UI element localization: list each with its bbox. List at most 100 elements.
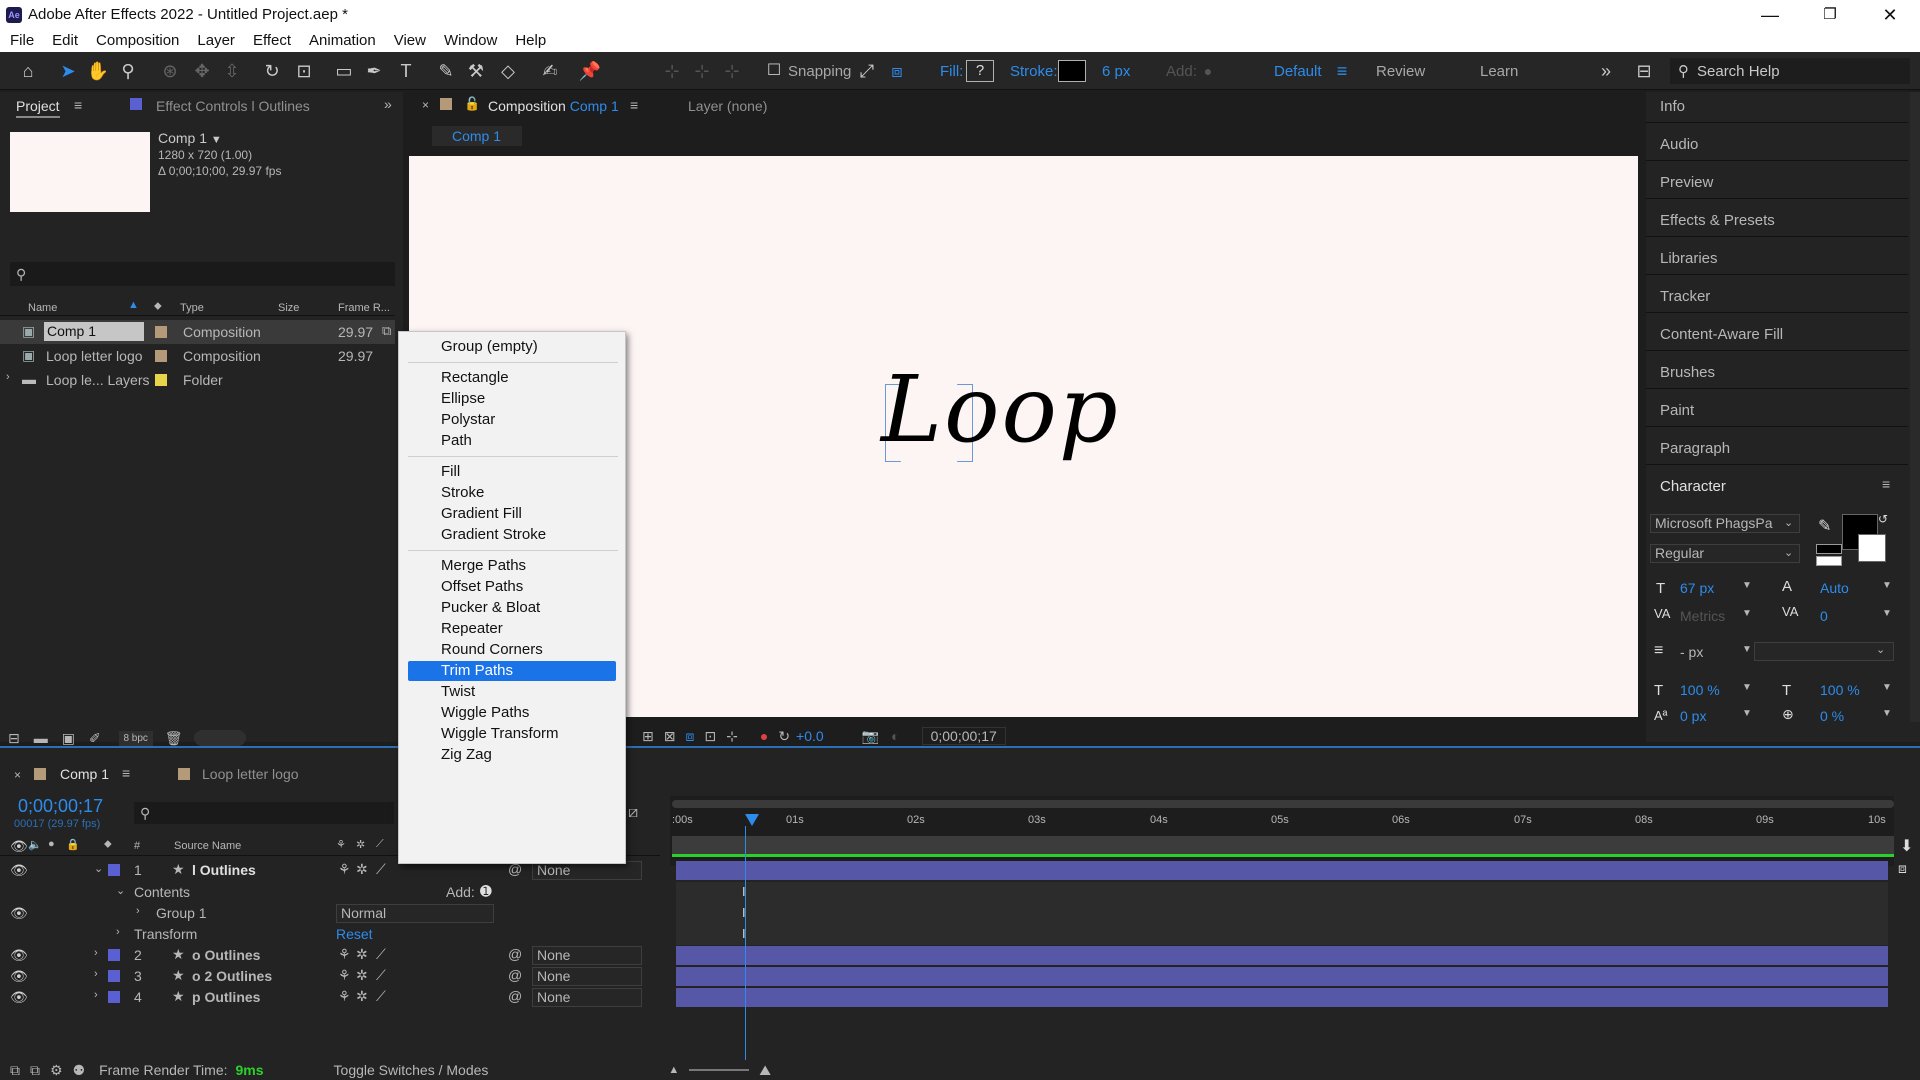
chevron-down-icon[interactable]: ⌄ bbox=[94, 862, 103, 875]
column-name[interactable]: Name bbox=[28, 302, 57, 314]
chevron-down-icon[interactable]: ▼ bbox=[1882, 580, 1892, 591]
menu-item-zig-zag[interactable]: Zig Zag bbox=[408, 745, 616, 765]
chevron-down-icon[interactable]: ▼ bbox=[1742, 682, 1752, 693]
pick-whip-icon[interactable]: @ bbox=[508, 988, 522, 1004]
tab-project[interactable]: Project bbox=[16, 98, 60, 118]
quality-icon[interactable]: ⟋ bbox=[376, 838, 384, 851]
snap-edges-icon[interactable]: ⤢ bbox=[855, 59, 879, 83]
group-row[interactable]: 👁 › Group 1 Normal bbox=[0, 903, 660, 924]
chevron-right-icon[interactable]: › bbox=[136, 905, 140, 917]
panel-effects-presets[interactable]: Effects & Presets bbox=[1660, 212, 1775, 229]
zoom-tool-icon[interactable]: ⚲ bbox=[116, 59, 140, 83]
menu-item-gradient-fill[interactable]: Gradient Fill bbox=[408, 504, 616, 524]
chevron-right-icon[interactable]: › bbox=[94, 947, 98, 959]
column-size[interactable]: Size bbox=[278, 302, 299, 314]
panel-brushes[interactable]: Brushes bbox=[1660, 364, 1715, 381]
bit-depth-button[interactable]: 8 bpc bbox=[118, 730, 153, 746]
contents-row[interactable]: ⌄ Contents Add: ➊ bbox=[0, 882, 660, 903]
comp-timecode[interactable]: 0;00;00;17 bbox=[921, 727, 1006, 745]
parent-select[interactable]: None bbox=[532, 967, 642, 986]
loop-logo-text[interactable]: Loop bbox=[881, 356, 1120, 463]
timeline-layer-row[interactable]: 👁 › 3 ★ o 2 Outlines ⚘ ✲ ⟋ @ None bbox=[0, 966, 660, 987]
label-swatch[interactable] bbox=[155, 326, 167, 338]
chevron-right-icon[interactable]: › bbox=[94, 989, 98, 1001]
layer-label-swatch[interactable] bbox=[108, 949, 120, 961]
shy-icon[interactable]: ⚘ bbox=[338, 967, 351, 984]
comp-marker-bin-icon[interactable]: ⬇ bbox=[1900, 836, 1913, 856]
visibility-eye-icon[interactable]: 👁 bbox=[10, 905, 28, 922]
chevron-right-icon[interactable]: › bbox=[94, 968, 98, 980]
shy-icon[interactable]: ⚘ bbox=[338, 988, 351, 1005]
label-column-icon[interactable]: ⬥ bbox=[104, 838, 112, 851]
layer-name[interactable]: o Outlines bbox=[192, 947, 260, 963]
panel-character[interactable]: Character bbox=[1660, 478, 1726, 495]
time-ruler[interactable]: :00s 01s 02s 03s 04s 05s 06s 07s 08s 09s… bbox=[672, 814, 1894, 832]
timeline-layer-row[interactable]: 👁 › 2 ★ o Outlines ⚘ ✲ ⟋ @ None bbox=[0, 945, 660, 966]
keyframe-marker[interactable]: I bbox=[742, 905, 746, 920]
transparency-grid-icon[interactable]: ⊠ bbox=[664, 728, 676, 745]
quality-icon[interactable]: ⟋ bbox=[376, 861, 386, 878]
shy-icon[interactable]: ⚘ bbox=[338, 861, 351, 878]
quality-icon[interactable]: ⟋ bbox=[376, 988, 386, 1005]
quality-icon[interactable]: ⟋ bbox=[376, 967, 386, 984]
collapse-icon[interactable]: ✲ bbox=[356, 946, 368, 963]
chevron-right-icon[interactable]: › bbox=[116, 926, 120, 938]
rotation-tool-icon[interactable]: ↻ bbox=[260, 59, 284, 83]
stroke-width-value[interactable]: 6 px bbox=[1102, 63, 1130, 80]
menu-item-merge-paths[interactable]: Merge Paths bbox=[408, 556, 616, 576]
collapse-icon[interactable]: ✲ bbox=[356, 861, 368, 878]
collapse-icon[interactable]: ✲ bbox=[356, 838, 365, 851]
solo-icon[interactable]: ● bbox=[48, 838, 55, 850]
panel-overflow-icon[interactable]: » bbox=[384, 96, 392, 112]
brush-tool-icon[interactable]: ✎ bbox=[434, 59, 458, 83]
menu-effect[interactable]: Effect bbox=[243, 30, 299, 52]
transform-label[interactable]: Transform bbox=[134, 926, 197, 942]
local-axis-icon[interactable]: ⊹ bbox=[660, 59, 684, 83]
menu-layer[interactable]: Layer bbox=[187, 30, 243, 52]
chevron-down-icon[interactable]: ▼ bbox=[1742, 608, 1752, 619]
baseline-shift-value[interactable]: 0 px bbox=[1680, 708, 1706, 724]
panel-paragraph[interactable]: Paragraph bbox=[1660, 440, 1730, 457]
visibility-eye-icon[interactable]: 👁 bbox=[10, 947, 28, 964]
puppet-tool-icon[interactable]: 📌 bbox=[578, 59, 602, 83]
color-channels-icon[interactable]: ● bbox=[760, 728, 768, 744]
collapse-icon[interactable]: ✲ bbox=[356, 988, 368, 1005]
layer-label-swatch[interactable] bbox=[108, 864, 120, 876]
menu-item-offset-paths[interactable]: Offset Paths bbox=[408, 577, 616, 597]
chevron-down-icon[interactable]: ▼ bbox=[1742, 708, 1752, 719]
menu-item-repeater[interactable]: Repeater bbox=[408, 619, 616, 639]
menu-item-group-empty[interactable]: Group (empty) bbox=[408, 337, 616, 357]
menu-item-polystar[interactable]: Polystar bbox=[408, 410, 616, 430]
transfer-controls-icon[interactable]: ⧉ bbox=[30, 1062, 40, 1079]
menu-window[interactable]: Window bbox=[434, 30, 505, 52]
eraser-tool-icon[interactable]: ◇ bbox=[496, 59, 520, 83]
pen-tool-icon[interactable]: ✒ bbox=[362, 59, 386, 83]
quality-icon[interactable]: ⟋ bbox=[376, 946, 386, 963]
parent-select[interactable]: None bbox=[532, 988, 642, 1007]
fast-previews-icon[interactable]: ⊞ bbox=[642, 728, 654, 745]
work-area-bar[interactable] bbox=[672, 800, 1894, 808]
panel-tracker[interactable]: Tracker bbox=[1660, 288, 1710, 305]
label-column-icon[interactable]: ⬥ bbox=[154, 300, 162, 313]
collapse-icon[interactable]: ✲ bbox=[356, 967, 368, 984]
snap-features-icon[interactable]: ⧈ bbox=[885, 59, 909, 83]
rectangle-tool-icon[interactable]: ▭ bbox=[332, 59, 356, 83]
mask-visibility-icon[interactable]: ⧈ bbox=[685, 728, 694, 745]
timestretch-icon[interactable]: ⚙ bbox=[50, 1062, 63, 1079]
toggle-switches-modes-button[interactable]: Toggle Switches / Modes bbox=[334, 1062, 489, 1078]
menu-item-rectangle[interactable]: Rectangle bbox=[408, 368, 616, 388]
eyedropper-icon[interactable]: ✎ bbox=[1818, 516, 1831, 536]
grid-guides-icon[interactable]: ⊹ bbox=[726, 728, 738, 745]
close-tab-icon[interactable]: × bbox=[422, 98, 429, 112]
pick-whip-icon[interactable]: @ bbox=[508, 946, 522, 962]
workspace-learn[interactable]: Learn bbox=[1480, 63, 1518, 80]
add-shape-icon[interactable]: ● bbox=[1196, 59, 1220, 83]
pick-whip-icon[interactable]: @ bbox=[508, 967, 522, 983]
comp-button-icon[interactable]: ⧈ bbox=[1898, 860, 1907, 877]
menu-item-wiggle-transform[interactable]: Wiggle Transform bbox=[408, 724, 616, 744]
content-aware-icon[interactable]: ⊟ bbox=[1632, 59, 1656, 83]
zoom-out-icon[interactable]: ▲ bbox=[668, 1064, 679, 1076]
timeline-tab-comp1[interactable]: Comp 1 bbox=[60, 766, 109, 782]
project-item-name[interactable]: Loop letter logo bbox=[46, 348, 143, 364]
search-help-field[interactable]: ⚲ Search Help bbox=[1670, 58, 1910, 84]
